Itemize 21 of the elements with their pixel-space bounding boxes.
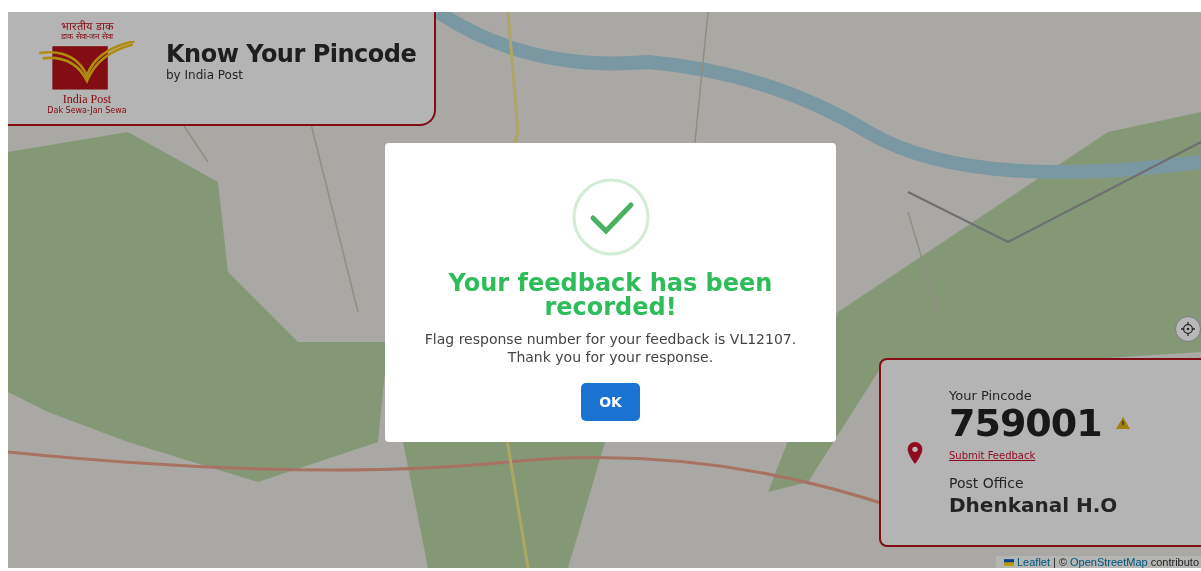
- checkmark-icon: [570, 177, 651, 257]
- pincode-value: 759001: [949, 402, 1102, 445]
- logo-name: India Post: [62, 93, 112, 107]
- dialog-title: Your feedback has been recorded!: [447, 271, 774, 319]
- app-subtitle: by India Post: [166, 68, 244, 82]
- ok-button[interactable]: OK: [581, 383, 640, 421]
- pincode-label: Your Pincode: [949, 387, 1033, 403]
- leaflet-link[interactable]: Leaflet: [1016, 556, 1050, 568]
- map-pin-icon: [907, 441, 923, 464]
- attribution-text: contributo: [1150, 556, 1199, 568]
- post-office-label: Post Office: [949, 475, 1025, 492]
- submit-feedback-link[interactable]: Submit Feedback: [949, 450, 1130, 462]
- logo-tagline: डाक सेवा-जन सेवा: [61, 33, 113, 42]
- dialog-message: Thank you for your response.: [507, 349, 714, 365]
- post-office-name: Dhenkanal H.O: [949, 493, 1119, 518]
- openstreetmap-link[interactable]: OpenStreetMap: [1070, 556, 1148, 568]
- flag-icon: [1003, 558, 1014, 566]
- attribution-separator: | ©: [1053, 556, 1068, 568]
- dialog-message: Flag response number for your feedback is VL12107.: [424, 331, 797, 347]
- app-title: Know Your Pincode: [166, 40, 417, 68]
- logo-motto: Dak Sewa-Jan Sewa: [47, 106, 127, 115]
